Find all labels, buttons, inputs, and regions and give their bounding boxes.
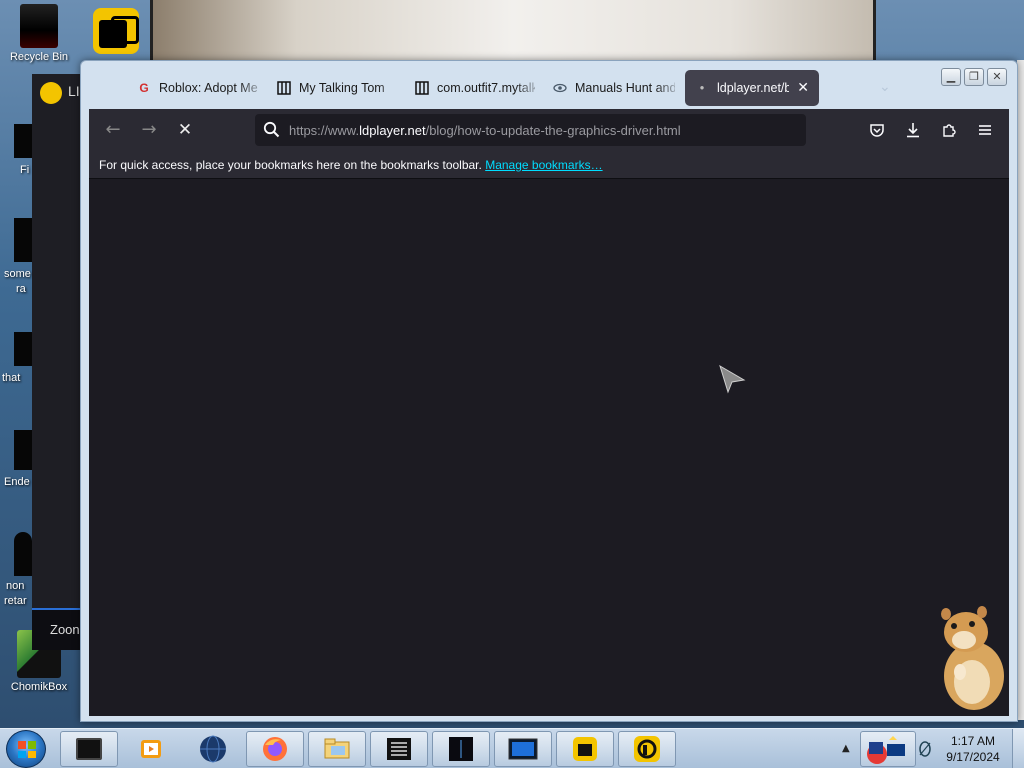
url-path: /blog/how-to-update-the-graphics-driver.…: [425, 123, 681, 138]
url-domain: ldplayer.net: [359, 123, 426, 138]
browser-content-frame: ← → ✕ https://www.ldplayer.net/blog/how-…: [89, 109, 1009, 716]
close-tab-icon[interactable]: ✕: [797, 80, 809, 96]
desktop-icon-label-partial: ra: [16, 283, 26, 295]
yellow-app-icon: [573, 737, 597, 761]
tray-overflow-arrow-icon[interactable]: ▲: [842, 743, 850, 754]
show-desktop-button[interactable]: [1012, 729, 1024, 768]
desktop-icon-label-partial: that: [2, 372, 21, 384]
extensions-puzzle-icon[interactable]: [939, 120, 959, 140]
start-button[interactable]: [6, 730, 46, 768]
desktop-icon-label-partial: non: [6, 580, 25, 592]
tray-icons-group[interactable]: [860, 731, 916, 767]
download-icon[interactable]: [903, 120, 923, 140]
desktop-icon-image: [14, 218, 32, 262]
desktop-icon-image: [14, 532, 32, 576]
bookmarks-hint-text: For quick access, place your bookmarks h…: [99, 158, 482, 172]
taskbar-app-stack[interactable]: [60, 731, 118, 767]
file-explorer-icon: [324, 738, 350, 759]
page-columns-icon: [415, 81, 429, 95]
taskbar-app-firefox[interactable]: [246, 731, 304, 767]
tab-list-chevron-icon[interactable]: ⌄: [879, 79, 891, 95]
stop-loading-icon[interactable]: ✕: [173, 118, 197, 142]
system-clock[interactable]: 1:17 AM 9/17/2024: [940, 733, 1006, 765]
desktop-icon-recycle-bin[interactable]: Recycle Bin: [4, 4, 74, 63]
hamburger-menu-icon[interactable]: [975, 120, 995, 140]
media-player-icon: [141, 740, 161, 758]
tab-label: ldplayer.net/blog: [717, 81, 790, 95]
tab-fade: [239, 69, 267, 107]
recycle-bin-icon: [20, 4, 58, 48]
browser-window[interactable]: ▁ ❐ ✕ G Roblox: Adopt Me My Talking Tom …: [80, 60, 1018, 722]
windows-logo-icon: [18, 741, 36, 758]
taskbar-app-notes[interactable]: [370, 731, 428, 767]
manage-bookmarks-link[interactable]: Manage bookmarks…: [485, 158, 602, 172]
text-list-icon: [387, 738, 411, 760]
eye-logo-icon: [553, 81, 567, 95]
desktop-wallpaper-photo: [150, 0, 876, 62]
navigation-toolbar: ← → ✕ https://www.ldplayer.net/blog/how-…: [89, 109, 1009, 151]
taskbar-app-dark[interactable]: [432, 731, 490, 767]
desktop-icon-label: ChomikBox: [10, 681, 68, 693]
hamster-sticker-icon: [941, 606, 1004, 710]
tab-fade: [655, 69, 683, 107]
pocket-icon[interactable]: [867, 120, 887, 140]
monitor-icon: [508, 738, 538, 760]
tab-strip: G Roblox: Adopt Me My Talking Tom com.ou…: [89, 69, 939, 107]
stack-app-icon: [76, 738, 102, 760]
desktop-icon-label-partial: some: [4, 268, 31, 280]
desktop-icon-label: Recycle Bin: [9, 51, 69, 63]
network-icon[interactable]: [918, 741, 932, 762]
back-arrow-icon[interactable]: ←: [101, 118, 125, 142]
minimize-button[interactable]: ▁: [941, 68, 961, 86]
background-window-edge: [1017, 60, 1024, 720]
search-icon: [263, 121, 280, 143]
desktop-icon-label-partial: retar: [4, 595, 27, 607]
gr-logo-icon: G: [139, 81, 149, 95]
bookmarks-hint: For quick access, place your bookmarks h…: [99, 158, 603, 172]
clock-time: 1:17 AM: [950, 734, 996, 748]
ldplayer-logo-icon: [40, 82, 62, 104]
tab-fade: [377, 69, 405, 107]
taskbar-app-yellow[interactable]: [556, 731, 614, 767]
bookmarks-toolbar: For quick access, place your bookmarks h…: [89, 151, 1009, 179]
background-window-title: LI: [68, 83, 80, 99]
page-columns-icon: [277, 81, 291, 95]
taskbar-app-monitor[interactable]: [494, 731, 552, 767]
url-text[interactable]: https://www.ldplayer.net/blog/how-to-upd…: [289, 123, 681, 138]
url-bar[interactable]: https://www.ldplayer.net/blog/how-to-upd…: [255, 114, 806, 146]
ldplayer-icon: [634, 736, 660, 762]
zoom-label: Zoon: [50, 622, 80, 637]
yellow-app-icon[interactable]: [93, 8, 139, 54]
taskbar: ▲ 1:17 AM 9/17/2024: [0, 728, 1024, 768]
globe-icon: [200, 735, 226, 763]
window-controls: ▁ ❐ ✕: [941, 68, 1007, 86]
page-content-blank[interactable]: [89, 179, 1009, 716]
taskbar-app-globe[interactable]: [184, 731, 242, 767]
desktop-icon-image: [14, 124, 32, 158]
tab-fade: [515, 69, 543, 107]
desktop-icon-label-partial: Ende: [4, 476, 30, 488]
restore-button[interactable]: ❐: [964, 68, 984, 86]
clock-date: 9/17/2024: [946, 750, 1000, 764]
desktop-icon-image: [14, 332, 32, 366]
taskbar-app-ldplayer[interactable]: [618, 731, 676, 767]
firefox-icon: [263, 737, 287, 761]
desktop-icon-label-partial: Fi: [20, 164, 30, 176]
desktop-icon-image: [14, 430, 32, 470]
tab-label: My Talking Tom: [299, 81, 385, 95]
tab-ldplayer-active[interactable]: ● ldplayer.net/blog ✕: [685, 70, 819, 106]
forward-arrow-icon[interactable]: →: [137, 118, 161, 142]
tray-app-icons: [867, 736, 905, 764]
mouse-pointer-icon: [719, 364, 746, 394]
taskbar-app-media[interactable]: [122, 731, 180, 767]
url-prefix: https://www.: [289, 123, 360, 138]
loading-dot-icon: ●: [699, 83, 705, 92]
close-window-button[interactable]: ✕: [987, 68, 1007, 86]
dark-app-icon: [449, 737, 473, 761]
taskbar-app-explorer[interactable]: [308, 731, 366, 767]
